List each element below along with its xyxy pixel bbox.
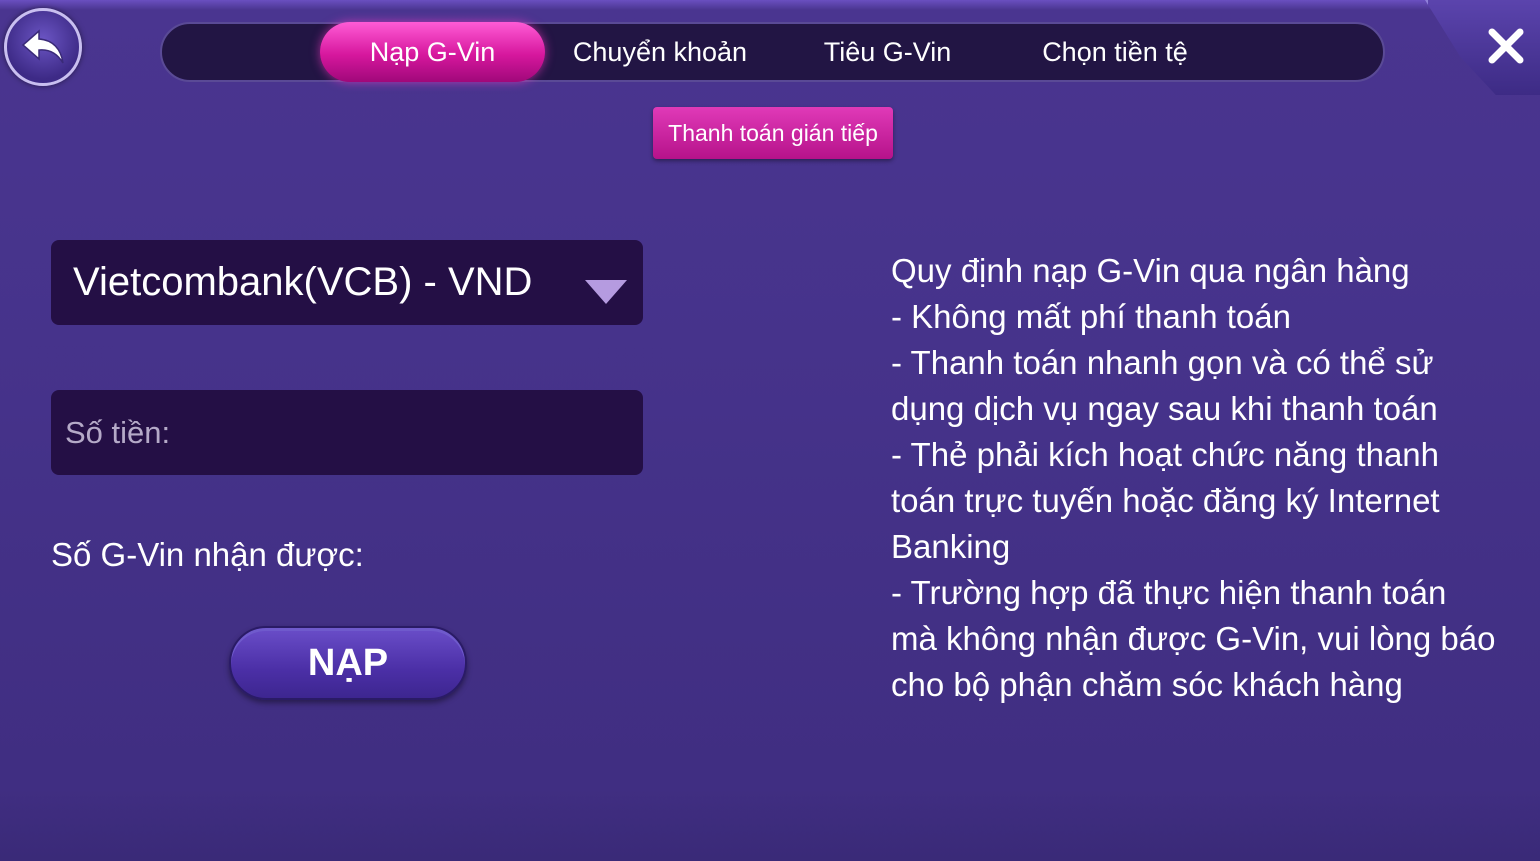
tab-chon-tien-te[interactable]: Chọn tiền tệ xyxy=(1010,22,1220,82)
bottom-shade xyxy=(0,790,1540,861)
close-button[interactable] xyxy=(1478,18,1534,74)
close-icon xyxy=(1488,28,1524,64)
nap-button[interactable]: NẠP xyxy=(229,626,467,700)
rules-line: - Trường hợp đã thực hiện thanh toán mà … xyxy=(891,574,1496,703)
deposit-rules: Quy định nạp G-Vin qua ngân hàng - Không… xyxy=(891,248,1501,708)
rules-line: - Thẻ phải kích hoạt chức năng thanh toá… xyxy=(891,436,1440,565)
tab-tieu-gvin[interactable]: Tiêu G-Vin xyxy=(790,22,985,82)
amount-input[interactable]: Số tiền: xyxy=(51,390,643,475)
bank-select-value: Vietcombank(VCB) - VND xyxy=(73,260,533,304)
receive-amount-label: Số G-Vin nhận được: xyxy=(51,536,364,573)
tab-chuyen-khoan[interactable]: Chuyển khoản xyxy=(555,22,765,82)
subtab-thanh-toan-gian-tiep[interactable]: Thanh toán gián tiếp xyxy=(653,107,893,159)
tab-nap-gvin[interactable]: Nạp G-Vin xyxy=(320,22,545,82)
window-top-frame xyxy=(0,0,1540,10)
rules-line: - Thanh toán nhanh gọn và có thể sử dụng… xyxy=(891,344,1438,427)
rules-title: Quy định nạp G-Vin qua ngân hàng xyxy=(891,252,1410,289)
dropdown-caret-icon xyxy=(585,280,627,304)
back-arrow-icon xyxy=(21,29,64,64)
back-button[interactable] xyxy=(4,8,82,86)
rules-line: - Không mất phí thanh toán xyxy=(891,298,1291,335)
bank-select[interactable]: Vietcombank(VCB) - VND xyxy=(51,240,643,325)
